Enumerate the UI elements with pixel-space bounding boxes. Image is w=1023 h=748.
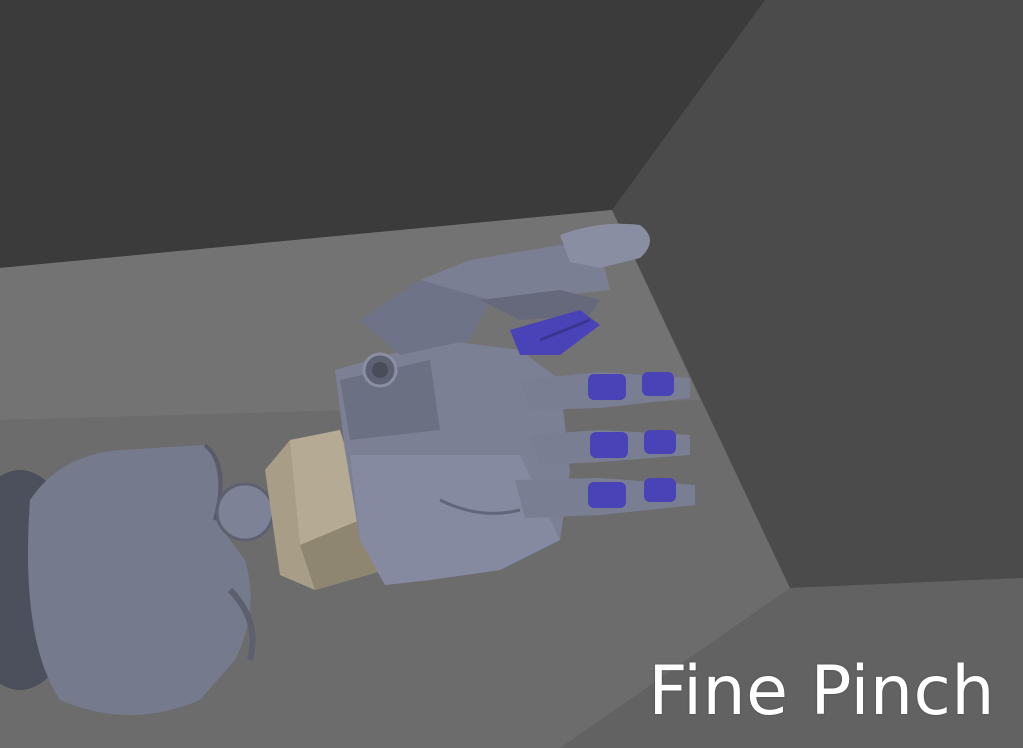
palm (335, 340, 570, 585)
robot-hand-scene (0, 0, 1023, 748)
grip-mode-caption: Fine Pinch (648, 652, 995, 731)
